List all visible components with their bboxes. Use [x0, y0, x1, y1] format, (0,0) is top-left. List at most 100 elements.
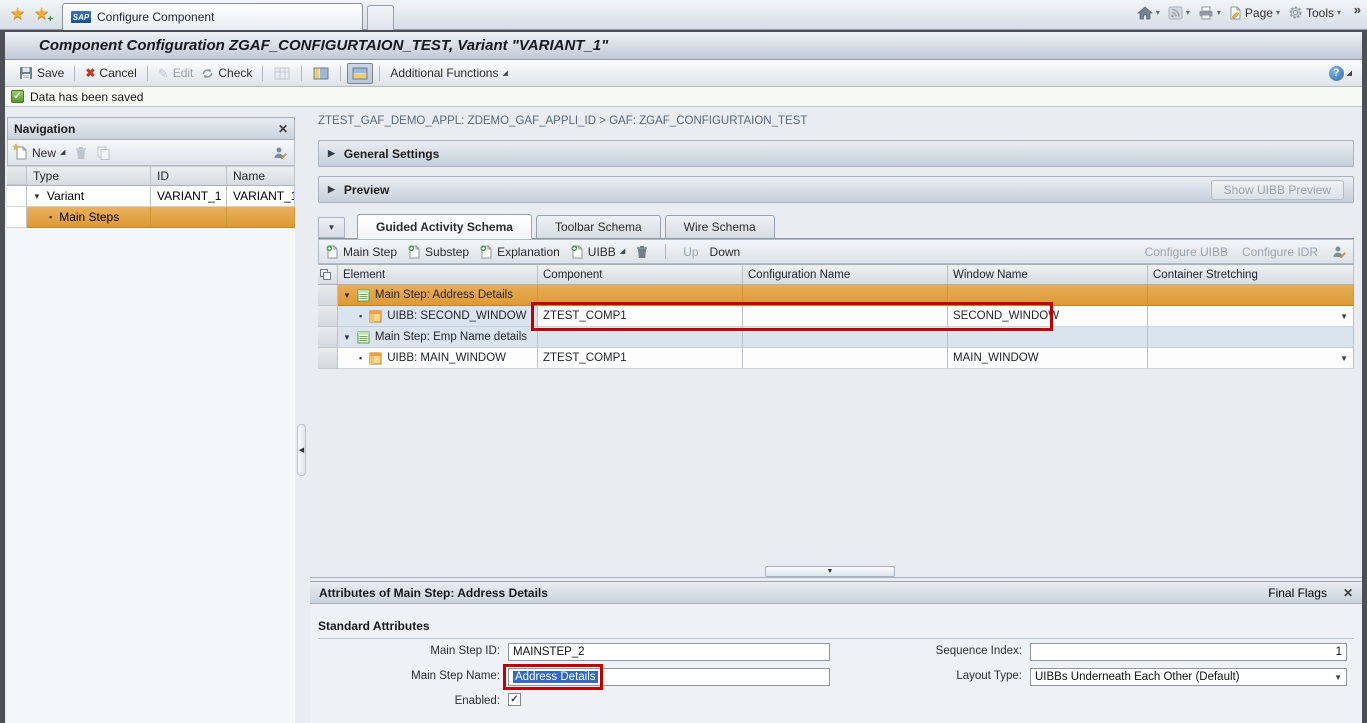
explanation-label: Explanation	[497, 245, 560, 259]
save-button[interactable]: Save	[15, 64, 68, 82]
breadcrumb[interactable]: ZTEST_GAF_DEMO_APPL: ZDEMO_GAF_APPLI_ID …	[318, 115, 807, 127]
add-main-step-button[interactable]: Main Step	[326, 245, 397, 259]
main-step-id-input[interactable]	[508, 643, 830, 661]
page-caret-icon: ▾	[1276, 8, 1280, 17]
cell-container-stretching	[1148, 327, 1354, 348]
row-selector[interactable]	[318, 327, 338, 348]
check-button[interactable]: Check	[197, 64, 256, 82]
additional-functions-button[interactable]: Additional Functions ◢	[386, 64, 511, 82]
success-check-icon: ✓	[11, 90, 24, 103]
horizontal-splitter-line	[310, 577, 1362, 578]
new-tab-button[interactable]	[367, 5, 394, 30]
favorites-star-icon[interactable]: ★	[10, 4, 25, 24]
select-all-icon	[320, 269, 331, 280]
add-substep-button[interactable]: Substep	[408, 245, 469, 259]
row-selector[interactable]	[318, 306, 338, 327]
move-down-button[interactable]: Down	[710, 245, 741, 259]
toolbar-separator	[262, 66, 263, 81]
print-button[interactable]: ▾	[1198, 6, 1221, 20]
browser-tab[interactable]: SAP Configure Component	[62, 3, 363, 30]
add-document-icon	[408, 245, 421, 259]
checkbox-check-icon: ✓	[510, 694, 518, 705]
show-uibb-preview-button[interactable]: Show UIBB Preview	[1211, 180, 1344, 200]
home-button[interactable]: ▾	[1137, 6, 1160, 20]
cancel-label: Cancel	[99, 66, 136, 80]
vertical-split-button[interactable]	[308, 63, 334, 84]
dropdown-arrow-icon[interactable]: ▼	[1340, 312, 1348, 321]
layout-type-select[interactable]: UIBBs Underneath Each Other (Default) ▼	[1030, 668, 1347, 686]
schema-toolbar: Main Step Substep Explanation UIBB ◢ Up …	[318, 239, 1354, 264]
table-row-uibb-second-window[interactable]: ▪ UIBB: SECOND_WINDOW ZTEST_COMP1 SECOND…	[318, 306, 1354, 327]
edit-pencil-icon: ✎	[158, 67, 169, 80]
nav-row-main-steps[interactable]: ▪Main Steps	[7, 207, 295, 228]
configure-uibb-button[interactable]: Configure UIBB	[1145, 245, 1228, 259]
personalize-schema-button[interactable]	[1332, 245, 1346, 259]
feeds-button[interactable]: ▾	[1168, 6, 1190, 20]
move-up-button[interactable]: Up	[683, 245, 698, 259]
tab-toolbar-schema[interactable]: Toolbar Schema	[536, 215, 661, 238]
row-selector[interactable]	[7, 207, 27, 228]
cancel-button[interactable]: ✖ Cancel	[81, 64, 140, 82]
cell-configuration-name	[743, 285, 948, 306]
layout-grid-button[interactable]	[269, 63, 295, 84]
table-row-main-step-emp-name[interactable]: ▼ Main Step: Emp Name details	[318, 327, 1354, 348]
cell-component: ZTEST_COMP1	[538, 348, 743, 369]
expand-triangle-icon[interactable]: ▼	[33, 192, 41, 201]
tools-menu[interactable]: Tools ▾	[1288, 5, 1341, 20]
dropdown-arrow-icon[interactable]: ▼	[1340, 354, 1348, 363]
row-selector[interactable]	[318, 285, 338, 306]
schema-table-header: Element Component Configuration Name Win…	[318, 264, 1354, 285]
select-all-cell[interactable]	[318, 265, 338, 284]
browser-command-bar: ▾ ▾ ▾ Page ▾ Tools ▾	[1137, 5, 1341, 20]
personalize-button[interactable]	[273, 146, 287, 160]
section-preview[interactable]: ▶ Preview Show UIBB Preview	[318, 176, 1354, 203]
attributes-header-right: Final Flags ✕	[1268, 586, 1353, 600]
panel-splitter-handle[interactable]: ◀	[297, 424, 306, 476]
expand-triangle-icon[interactable]: ▼	[343, 333, 351, 342]
sequence-index-input[interactable]	[1030, 643, 1347, 661]
add-uibb-button[interactable]: UIBB ◢	[571, 245, 625, 259]
app-toolbar: Save ✖ Cancel ✎ Edit Check Additiona	[5, 60, 1362, 87]
delete-button[interactable]	[75, 146, 87, 160]
row-selector[interactable]	[318, 348, 338, 369]
nav-cell-name	[227, 207, 295, 228]
toolbar-overflow-button[interactable]: »	[1354, 2, 1361, 17]
final-flags-button[interactable]: Final Flags	[1268, 586, 1327, 600]
expand-triangle-icon[interactable]: ▼	[343, 291, 351, 300]
attributes-panel-body: Standard Attributes Main Step ID: Main S…	[310, 604, 1362, 723]
new-button[interactable]: ★ New ◢	[15, 146, 65, 160]
row-selector[interactable]	[7, 186, 27, 207]
tab-overview-dropdown[interactable]: ▼	[318, 217, 345, 238]
tab-wire-schema[interactable]: Wire Schema	[665, 215, 775, 238]
column-component: Component	[538, 265, 743, 284]
help-button[interactable]: ? ◢	[1329, 66, 1352, 81]
add-favorite-icon[interactable]: ★+	[34, 4, 49, 24]
cell-element: ▪ UIBB: SECOND_WINDOW	[338, 306, 538, 327]
column-container-stretching: Container Stretching	[1148, 265, 1354, 284]
dropdown-arrow-icon: ▼	[1334, 673, 1342, 682]
nav-row-variant[interactable]: ▼Variant VARIANT_1 VARIANT_1	[7, 186, 295, 207]
enabled-label: Enabled:	[310, 695, 500, 707]
configure-idr-button[interactable]: Configure IDR	[1242, 245, 1318, 259]
edit-button[interactable]: ✎ Edit	[154, 64, 198, 82]
horizontal-split-button[interactable]	[347, 63, 373, 84]
rss-icon	[1168, 6, 1183, 20]
main-step-name-input[interactable]: Address Details	[508, 668, 830, 686]
page-menu[interactable]: Page ▾	[1229, 6, 1280, 20]
tools-caret-icon: ▾	[1337, 8, 1341, 17]
collapse-down-icon: ▼	[827, 568, 834, 575]
table-row-uibb-main-window[interactable]: ▪ UIBB: MAIN_WINDOW ZTEST_COMP1 MAIN_WIN…	[318, 348, 1354, 369]
toolbar-separator	[74, 66, 75, 81]
horizontal-splitter-handle[interactable]: ▼	[765, 566, 895, 577]
add-explanation-button[interactable]: Explanation	[480, 245, 560, 259]
copy-button[interactable]	[97, 146, 110, 160]
delete-element-button[interactable]	[636, 245, 648, 259]
check-label: Check	[218, 66, 252, 80]
section-general-settings[interactable]: ▶ General Settings	[318, 140, 1354, 167]
attributes-close-button[interactable]: ✕	[1343, 586, 1353, 600]
enabled-checkbox[interactable]: ✓	[508, 693, 521, 706]
navigation-close-button[interactable]: ✕	[278, 122, 288, 136]
tab-guided-activity-schema[interactable]: Guided Activity Schema	[357, 214, 532, 239]
navigation-panel: Navigation ✕ ★ New ◢ T	[7, 117, 295, 723]
table-row-main-step-address[interactable]: ▼ Main Step: Address Details	[318, 285, 1354, 306]
